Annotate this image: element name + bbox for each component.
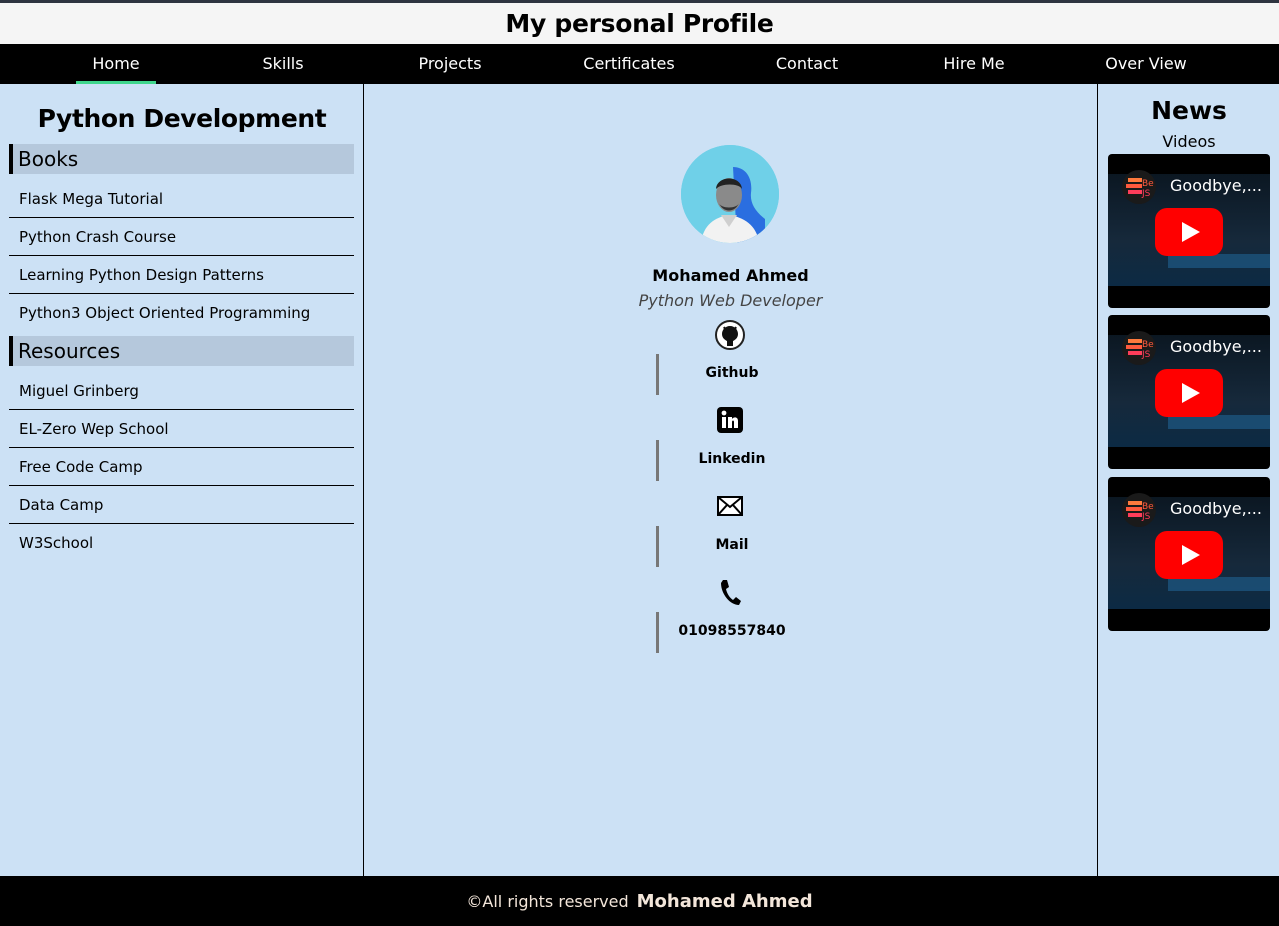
nav-skills[interactable]: Skills [243,44,323,84]
avatar-portrait [681,145,779,243]
books-heading: Books [9,144,354,174]
channel-logo-icon: Be JS [1122,493,1156,527]
nav-projects[interactable]: Projects [400,44,500,84]
svg-text:Be: Be [1142,340,1154,350]
footer-author: Mohamed Ahmed [636,890,813,912]
book-link[interactable]: Learning Python Design Patterns [9,256,354,294]
video-title[interactable]: Goodbye,... [1170,499,1262,518]
svg-text:JS: JS [1141,512,1151,522]
channel-logo-icon: Be JS [1122,170,1156,204]
channel-logo-icon: Be JS [1122,331,1156,365]
main-nav: Home Skills Projects Certificates Contac… [0,44,1279,84]
site-title: My personal Profile [505,9,774,38]
github-label[interactable]: Github [659,365,805,381]
nav-home[interactable]: Home [76,44,156,84]
news-title: News [1151,96,1227,125]
site-header: My personal Profile [0,3,1279,44]
video-title[interactable]: Goodbye,... [1170,176,1262,195]
phone-icon[interactable] [714,576,746,608]
book-link[interactable]: Python Crash Course [9,218,354,256]
footer-copyright: ©All rights reserved [466,891,629,911]
video-embed[interactable]: Be JS Goodbye,... [1108,315,1270,469]
mail-icon[interactable] [714,490,746,522]
profile-main: Mohamed Ahmed Python Web Developer Githu… [365,84,1096,876]
resource-link[interactable]: EL-Zero Wep School [9,410,354,448]
video-title[interactable]: Goodbye,... [1170,337,1262,356]
resource-link[interactable]: Data Camp [9,486,354,524]
left-sidebar: Python Development Books Flask Mega Tuto… [0,84,364,876]
github-icon[interactable] [714,319,746,351]
video-embed[interactable]: Be JS Goodbye,... [1108,477,1270,631]
avatar [681,145,779,243]
nav-certificates[interactable]: Certificates [564,44,694,84]
nav-hire-me[interactable]: Hire Me [924,44,1024,84]
phone-label[interactable]: 01098557840 [659,623,805,639]
news-sidebar: News Videos Be JS Goodbye,... Be JS Goodby… [1097,84,1279,876]
svg-text:JS: JS [1141,189,1151,199]
resources-heading: Resources [9,336,354,366]
play-icon[interactable] [1155,208,1223,256]
person-role: Python Web Developer [638,291,823,310]
video-embed[interactable]: Be JS Goodbye,... [1108,154,1270,308]
book-link[interactable]: Python3 Object Oriented Programming [9,294,354,332]
svg-text:Be: Be [1142,502,1154,512]
book-link[interactable]: Flask Mega Tutorial [9,180,354,218]
person-name: Mohamed Ahmed [652,266,809,285]
resource-link[interactable]: Free Code Camp [9,448,354,486]
play-icon[interactable] [1155,369,1223,417]
play-icon[interactable] [1155,531,1223,579]
linkedin-icon[interactable] [714,404,746,436]
resource-link[interactable]: Miguel Grinberg [9,372,354,410]
nav-contact[interactable]: Contact [757,44,857,84]
videos-label: Videos [1162,132,1216,151]
nav-over-view[interactable]: Over View [1086,44,1206,84]
mail-label[interactable]: Mail [659,537,805,553]
linkedin-label[interactable]: Linkedin [659,451,805,467]
svg-text:JS: JS [1141,350,1151,360]
resource-link[interactable]: W3School [9,524,354,562]
sidebar-title: Python Development [37,104,327,133]
site-footer: ©All rights reserved Mohamed Ahmed [0,876,1279,926]
svg-text:Be: Be [1142,179,1154,189]
